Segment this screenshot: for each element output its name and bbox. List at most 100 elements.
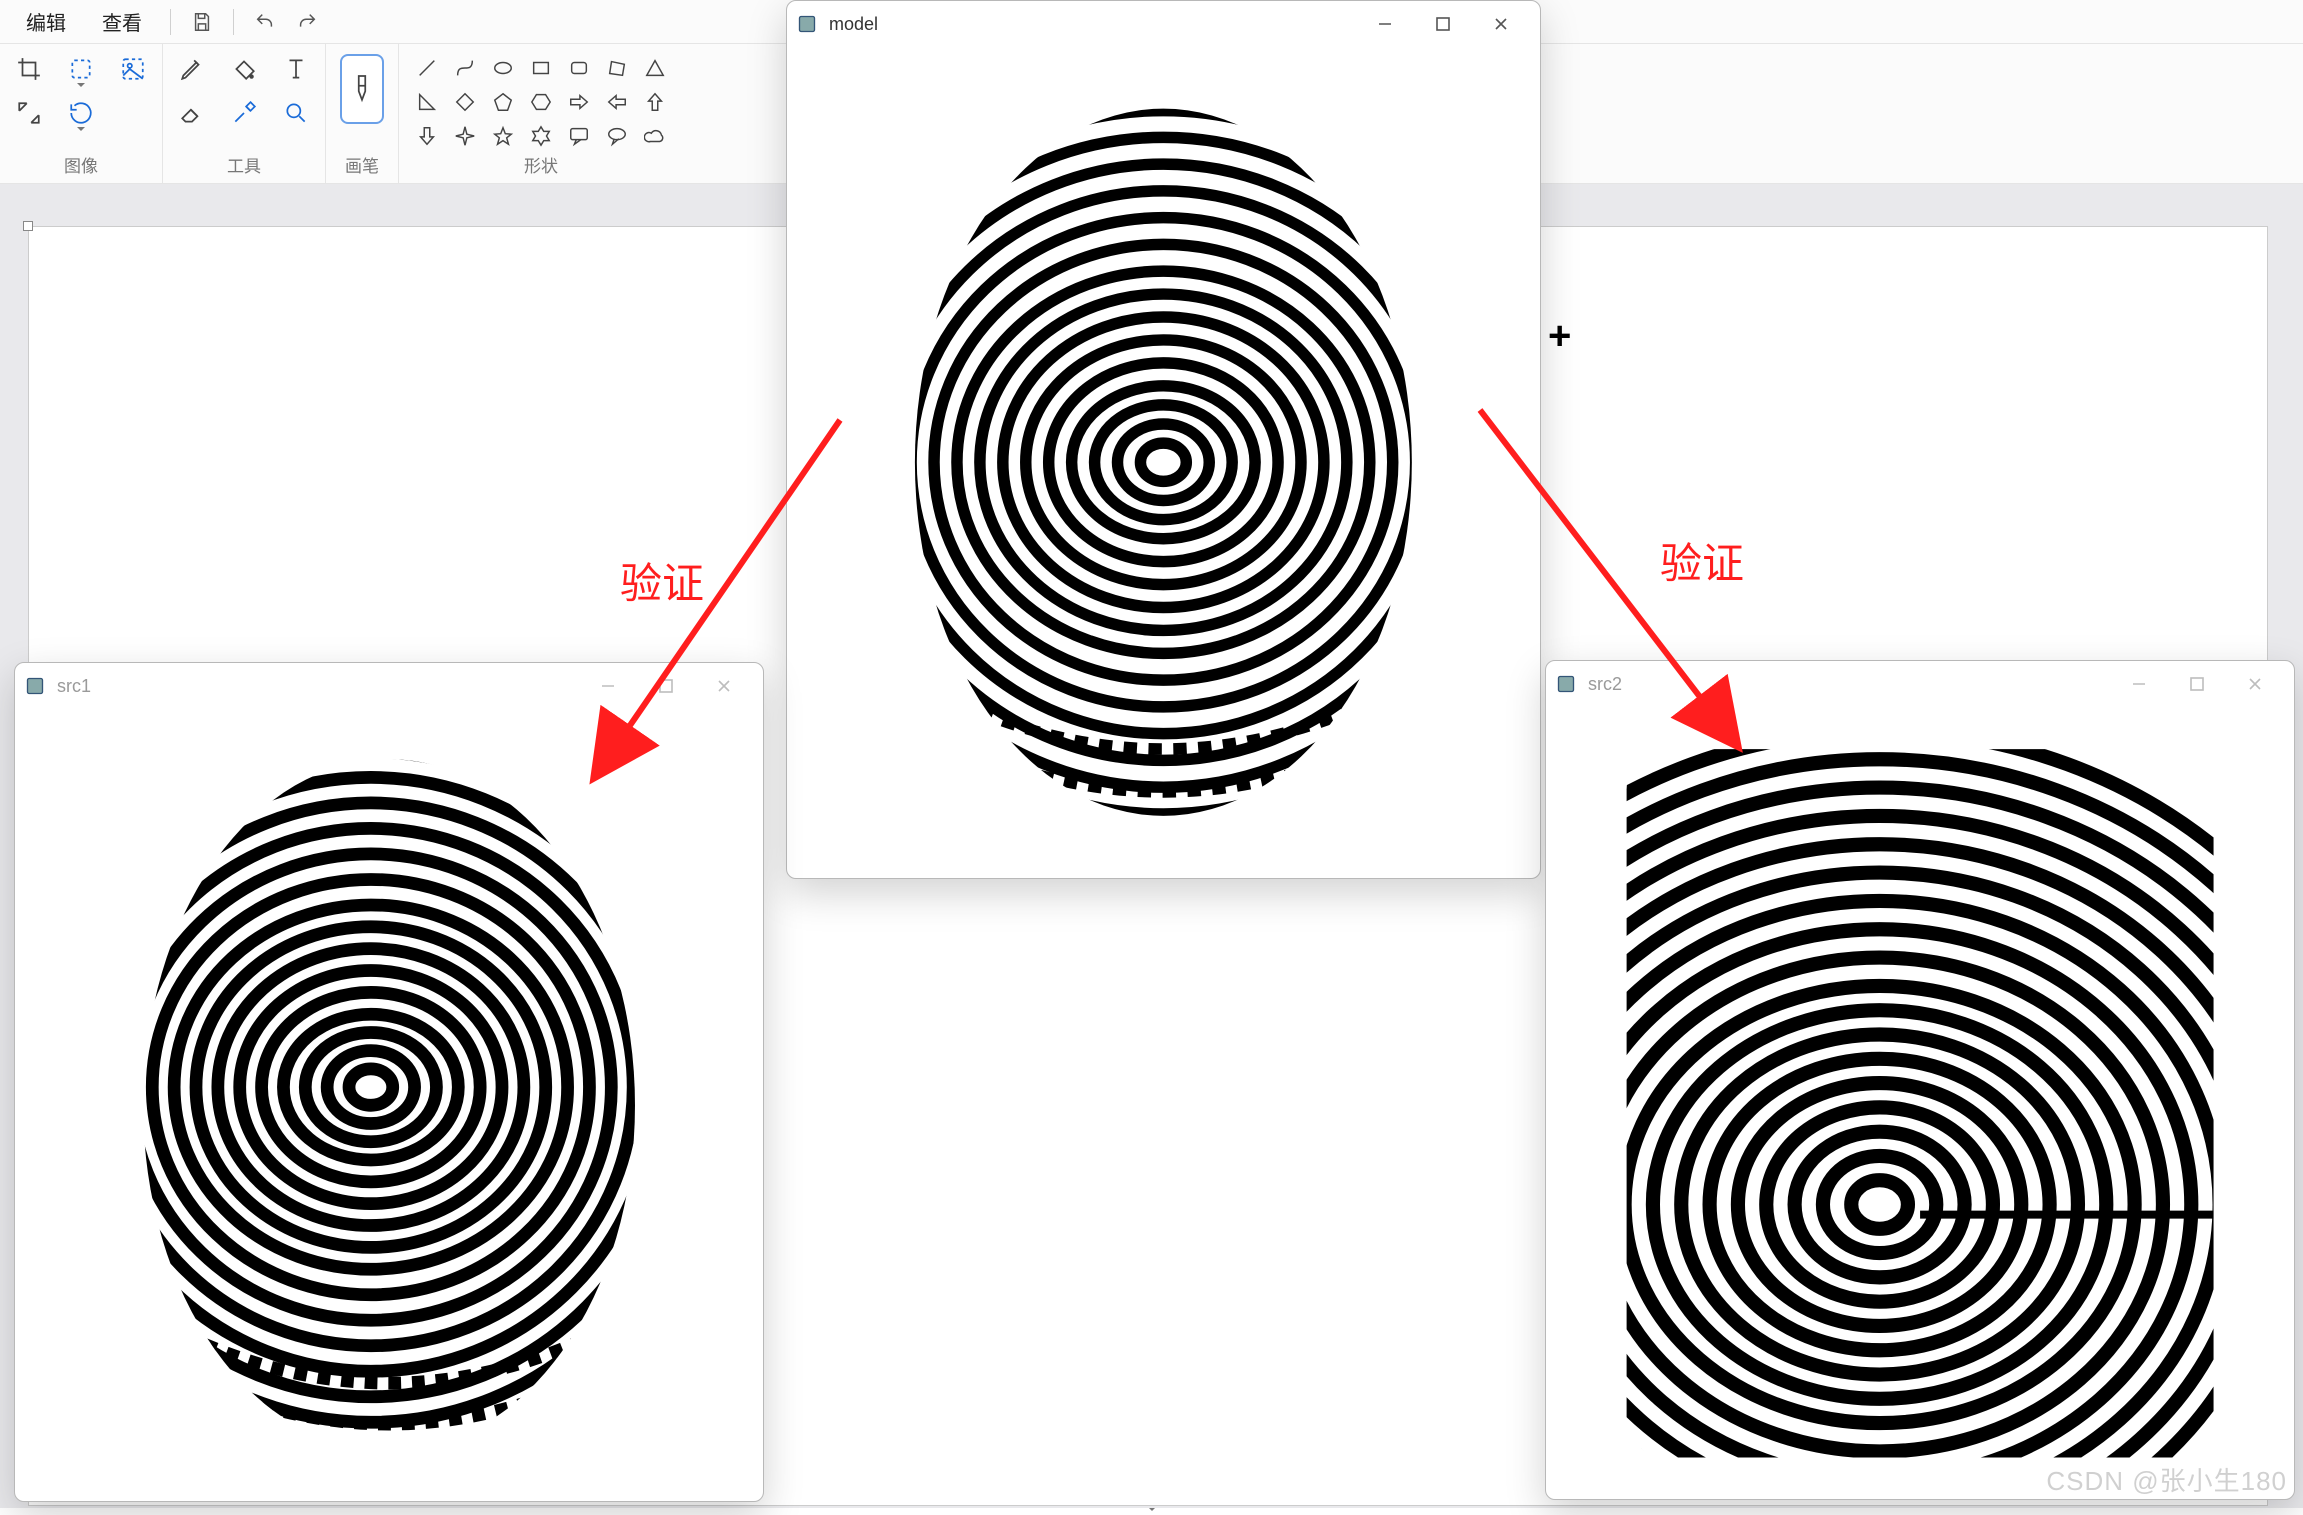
crop-button[interactable] [14,54,44,84]
menu-view[interactable]: 查看 [84,0,160,43]
ribbon-group-brush: 画笔 [325,44,398,183]
cursor-crosshair: + [1548,314,1571,359]
maximize-icon [1435,16,1451,32]
minimize-icon [2131,676,2147,692]
menu-divider [233,9,234,35]
window-title: model [829,14,878,35]
fingerprint-image [1576,739,2264,1468]
app-icon [25,676,45,696]
shape-line[interactable] [413,54,441,82]
text-icon [283,56,309,82]
minimize-button[interactable] [1356,1,1414,47]
image-select-icon [120,56,146,82]
close-icon [1493,16,1509,32]
fingerprint-image [817,80,1510,845]
minimize-button[interactable] [579,663,637,709]
shape-rect[interactable] [527,54,555,82]
text-button[interactable] [281,54,311,84]
window-src1[interactable]: src1 [14,662,764,1502]
close-button[interactable] [2226,661,2284,707]
fingerprint-image [45,741,733,1470]
window-model[interactable]: model [786,0,1541,879]
shape-callround[interactable] [603,122,631,150]
redo-icon [296,11,318,33]
pencil-icon [179,56,205,82]
shape-arrow-l[interactable] [603,88,631,116]
window-content [1546,707,2294,1499]
shape-arrow-r[interactable] [565,88,593,116]
ribbon-group-tools: 工具 [162,44,325,183]
annotation-left-label: 验证 [620,550,704,611]
titlebar-src2[interactable]: src2 [1546,661,2294,707]
shape-polygon[interactable] [603,54,631,82]
titlebar-src1[interactable]: src1 [15,663,763,709]
shape-roundrect[interactable] [565,54,593,82]
save-icon [191,11,213,33]
pencil-button[interactable] [177,54,207,84]
maximize-button[interactable] [1414,1,1472,47]
crop-icon [16,56,42,82]
ribbon-group-image: 图像 [0,44,162,183]
shapes-palette [413,54,669,150]
select-button[interactable] [66,54,96,84]
resize-icon [16,100,42,126]
shape-rtriangle[interactable] [413,88,441,116]
resize-button[interactable] [14,98,44,128]
titlebar-model[interactable]: model [787,1,1540,47]
menu-divider [170,9,171,35]
maximize-icon [2189,676,2205,692]
undo-button[interactable] [244,0,286,43]
undo-icon [254,11,276,33]
shape-oval[interactable] [489,54,517,82]
shape-callrect[interactable] [565,122,593,150]
shape-pentagon[interactable] [489,88,517,116]
close-icon [2247,676,2263,692]
ribbon-group-shapes: 形状 [398,44,683,183]
image-select-button[interactable] [118,54,148,84]
shape-diamond[interactable] [451,88,479,116]
app-icon [797,14,817,34]
shape-hexagon[interactable] [527,88,555,116]
shape-5star[interactable] [489,122,517,150]
window-src2[interactable]: src2 [1545,660,2295,1500]
redo-button[interactable] [286,0,328,43]
magnifier-icon [283,100,309,126]
menu-edit[interactable]: 编辑 [8,0,84,43]
minimize-icon [600,678,616,694]
bucket-button[interactable] [229,54,259,84]
close-button[interactable] [695,663,753,709]
rotate-button[interactable] [66,98,96,128]
picker-button[interactable] [229,98,259,128]
app-icon [1556,674,1576,694]
maximize-button[interactable] [2168,661,2226,707]
shape-6star[interactable] [527,122,555,150]
shape-triangle[interactable] [641,54,669,82]
group-label-image: 图像 [64,152,98,177]
shape-arrow-d[interactable] [413,122,441,150]
shape-cloud[interactable] [641,122,669,150]
brush-button[interactable] [340,54,384,124]
magnifier-button[interactable] [281,98,311,128]
watermark: CSDN @张小生180 [2046,1461,2287,1498]
window-title: src1 [57,676,91,697]
eraser-icon [179,100,205,126]
canvas-handle[interactable] [23,221,33,231]
group-label-shapes: 形状 [524,152,558,177]
save-button[interactable] [181,0,223,43]
minimize-button[interactable] [2110,661,2168,707]
minimize-icon [1377,16,1393,32]
shape-4star[interactable] [451,122,479,150]
annotation-right-label: 验证 [1660,530,1744,591]
select-icon [68,56,94,82]
eraser-button[interactable] [177,98,207,128]
group-label-brush: 画笔 [345,152,379,177]
bucket-icon [231,56,257,82]
shape-arrow-u[interactable] [641,88,669,116]
maximize-button[interactable] [637,663,695,709]
close-icon [716,678,732,694]
rotate-icon [68,100,94,126]
brush-icon [349,72,375,106]
shape-curve[interactable] [451,54,479,82]
eyedropper-icon [231,100,257,126]
close-button[interactable] [1472,1,1530,47]
